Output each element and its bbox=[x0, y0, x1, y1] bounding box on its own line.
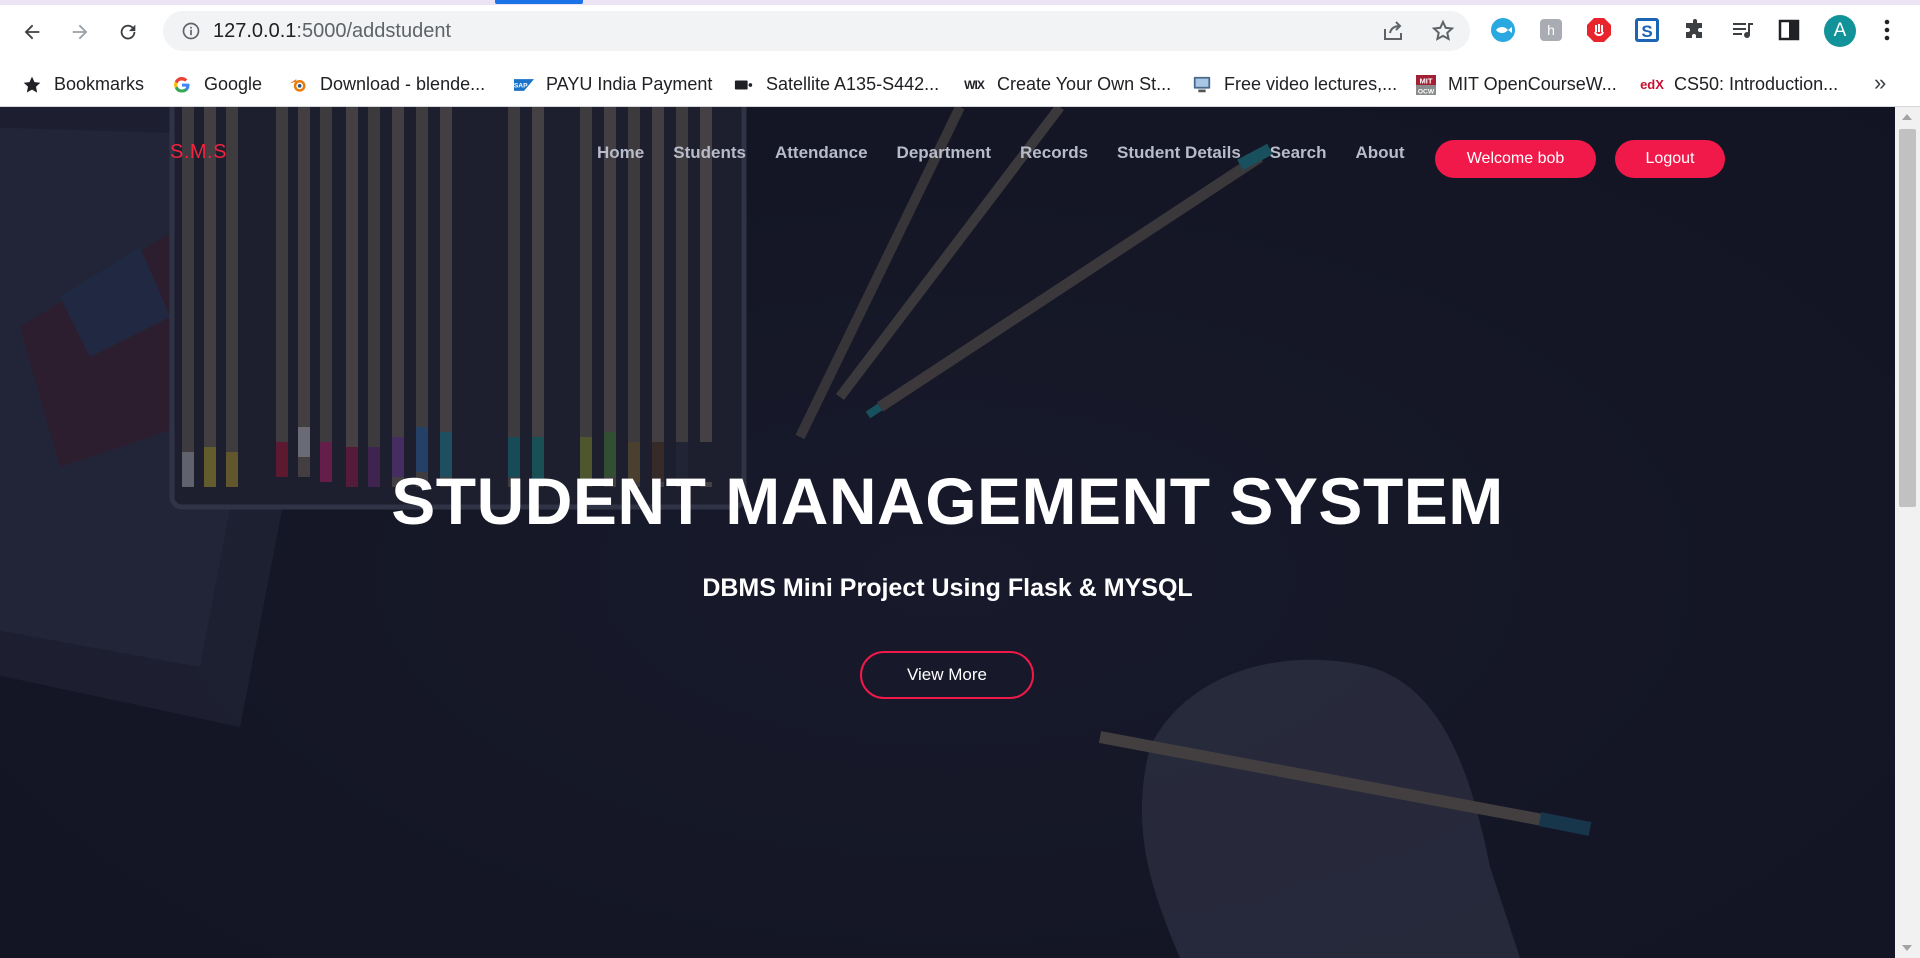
bookmark-label: Free video lectures,... bbox=[1224, 74, 1398, 94]
adblock-icon bbox=[1587, 18, 1611, 42]
nav-attendance[interactable]: Attendance bbox=[775, 143, 868, 163]
svg-text:S: S bbox=[1641, 22, 1652, 41]
extension-adblock[interactable] bbox=[1584, 15, 1614, 45]
page-viewport: S.M.S Home Students Attendance Departmen… bbox=[0, 107, 1895, 958]
share-icon[interactable] bbox=[1381, 19, 1405, 43]
forward-button[interactable] bbox=[62, 14, 98, 50]
star-icon bbox=[22, 75, 42, 95]
mit-icon: MIT OCW bbox=[1416, 74, 1436, 95]
svg-text:SAP: SAP bbox=[514, 82, 528, 89]
google-icon bbox=[172, 75, 192, 95]
bookmark-label: Bookmarks bbox=[54, 74, 145, 94]
bookmark-star-icon[interactable] bbox=[1431, 19, 1455, 43]
view-more-button[interactable]: View More bbox=[860, 651, 1034, 699]
edx-icon: edX bbox=[1640, 77, 1664, 92]
browser-toolbar: 127.0.0.1:5000/addstudent h S A bbox=[0, 0, 1920, 62]
side-panel-button[interactable] bbox=[1774, 15, 1804, 45]
side-panel-icon bbox=[1778, 19, 1800, 41]
nav-department[interactable]: Department bbox=[897, 143, 991, 163]
wix-icon: WIX bbox=[964, 77, 985, 92]
bookmark-label: MIT OpenCourseW... bbox=[1448, 74, 1617, 94]
back-button[interactable] bbox=[14, 14, 50, 50]
playlist-icon bbox=[1733, 23, 1753, 39]
kebab-menu-icon bbox=[1884, 19, 1890, 41]
svg-text:OCW: OCW bbox=[1418, 88, 1435, 95]
extensions-button[interactable] bbox=[1680, 15, 1710, 45]
puzzle-tile-icon: h bbox=[1540, 19, 1562, 41]
hero-title: STUDENT MANAGEMENT SYSTEM bbox=[391, 464, 1504, 538]
bookmark-label: CS50: Introduction... bbox=[1674, 74, 1839, 94]
nav-home[interactable]: Home bbox=[597, 143, 644, 163]
bookmark-item[interactable]: WIX Create Your Own St... bbox=[963, 62, 1171, 107]
bookmark-label: Create Your Own St... bbox=[997, 74, 1172, 94]
main-nav: Home Students Attendance Department Reco… bbox=[597, 143, 1434, 163]
nav-student-details[interactable]: Student Details bbox=[1117, 143, 1241, 163]
bookmark-item[interactable]: Download - blende... bbox=[288, 62, 485, 107]
arrow-right-icon bbox=[72, 24, 88, 40]
address-bar[interactable]: 127.0.0.1:5000/addstudent bbox=[163, 11, 1470, 51]
bookmark-item[interactable]: Satellite A135-S442... bbox=[734, 62, 939, 107]
site-brand-logo[interactable]: S.M.S bbox=[170, 141, 227, 164]
scroll-down-arrow-icon[interactable] bbox=[1902, 945, 1912, 951]
sap-icon: SAP bbox=[514, 75, 534, 95]
browser-menu-button[interactable] bbox=[1872, 15, 1902, 45]
logout-button[interactable]: Logout bbox=[1615, 140, 1725, 178]
bookmarks-overflow-button[interactable]: » bbox=[1874, 70, 1886, 96]
reload-icon bbox=[120, 24, 136, 40]
url-path: :5000/addstudent bbox=[296, 20, 452, 42]
s-logo-icon: S bbox=[1635, 18, 1659, 42]
media-button[interactable] bbox=[1728, 15, 1758, 45]
bookmark-item[interactable]: Google bbox=[172, 62, 262, 107]
bookmark-label: Satellite A135-S442... bbox=[766, 74, 940, 94]
bookmark-item[interactable]: Free video lectures,... bbox=[1192, 62, 1397, 107]
blender-icon bbox=[288, 75, 308, 95]
nav-students[interactable]: Students bbox=[673, 143, 746, 163]
bookmarks-bar: Bookmarks Google Download - blende... SA… bbox=[0, 62, 1920, 107]
bookmark-label: Download - blende... bbox=[320, 74, 486, 94]
profile-avatar[interactable]: A bbox=[1824, 15, 1856, 47]
monitor-icon bbox=[1192, 75, 1212, 95]
tab-loading-indicator bbox=[495, 0, 583, 4]
puzzle-icon bbox=[1686, 19, 1702, 38]
bookmark-label: Google bbox=[204, 74, 263, 94]
satellite-icon bbox=[734, 75, 754, 95]
nav-search[interactable]: Search bbox=[1270, 143, 1327, 163]
bookmark-item[interactable]: SAP PAYU India Payment bbox=[514, 62, 712, 107]
welcome-user-button[interactable]: Welcome bob bbox=[1435, 140, 1596, 178]
bookmark-label: PAYU India Payment bbox=[546, 74, 713, 94]
fish-icon bbox=[1491, 18, 1515, 42]
extension-s[interactable]: S bbox=[1632, 15, 1662, 45]
info-icon[interactable] bbox=[181, 21, 201, 41]
nav-about[interactable]: About bbox=[1356, 143, 1405, 163]
extension-grey[interactable]: h bbox=[1536, 15, 1566, 45]
url-text[interactable]: 127.0.0.1:5000/addstudent bbox=[213, 20, 451, 43]
tab-strip bbox=[0, 0, 1920, 5]
url-host: 127.0.0.1 bbox=[213, 20, 297, 42]
bookmark-item[interactable]: edX CS50: Introduction... bbox=[1640, 62, 1839, 107]
hero-subtitle: DBMS Mini Project Using Flask & MYSQL bbox=[702, 574, 1193, 602]
reload-button[interactable] bbox=[110, 14, 146, 50]
nav-records[interactable]: Records bbox=[1020, 143, 1088, 163]
bookmark-item[interactable]: MIT OCW MIT OpenCourseW... bbox=[1416, 62, 1617, 107]
scrollbar-thumb[interactable] bbox=[1899, 129, 1916, 507]
svg-text:h: h bbox=[1547, 22, 1555, 38]
extension-fish[interactable] bbox=[1488, 15, 1518, 45]
svg-text:MIT: MIT bbox=[1420, 76, 1433, 85]
page-scrollbar[interactable] bbox=[1895, 107, 1920, 958]
arrow-left-icon bbox=[24, 24, 40, 40]
scroll-up-arrow-icon[interactable] bbox=[1902, 114, 1912, 120]
bookmark-item[interactable]: Bookmarks bbox=[22, 62, 144, 107]
